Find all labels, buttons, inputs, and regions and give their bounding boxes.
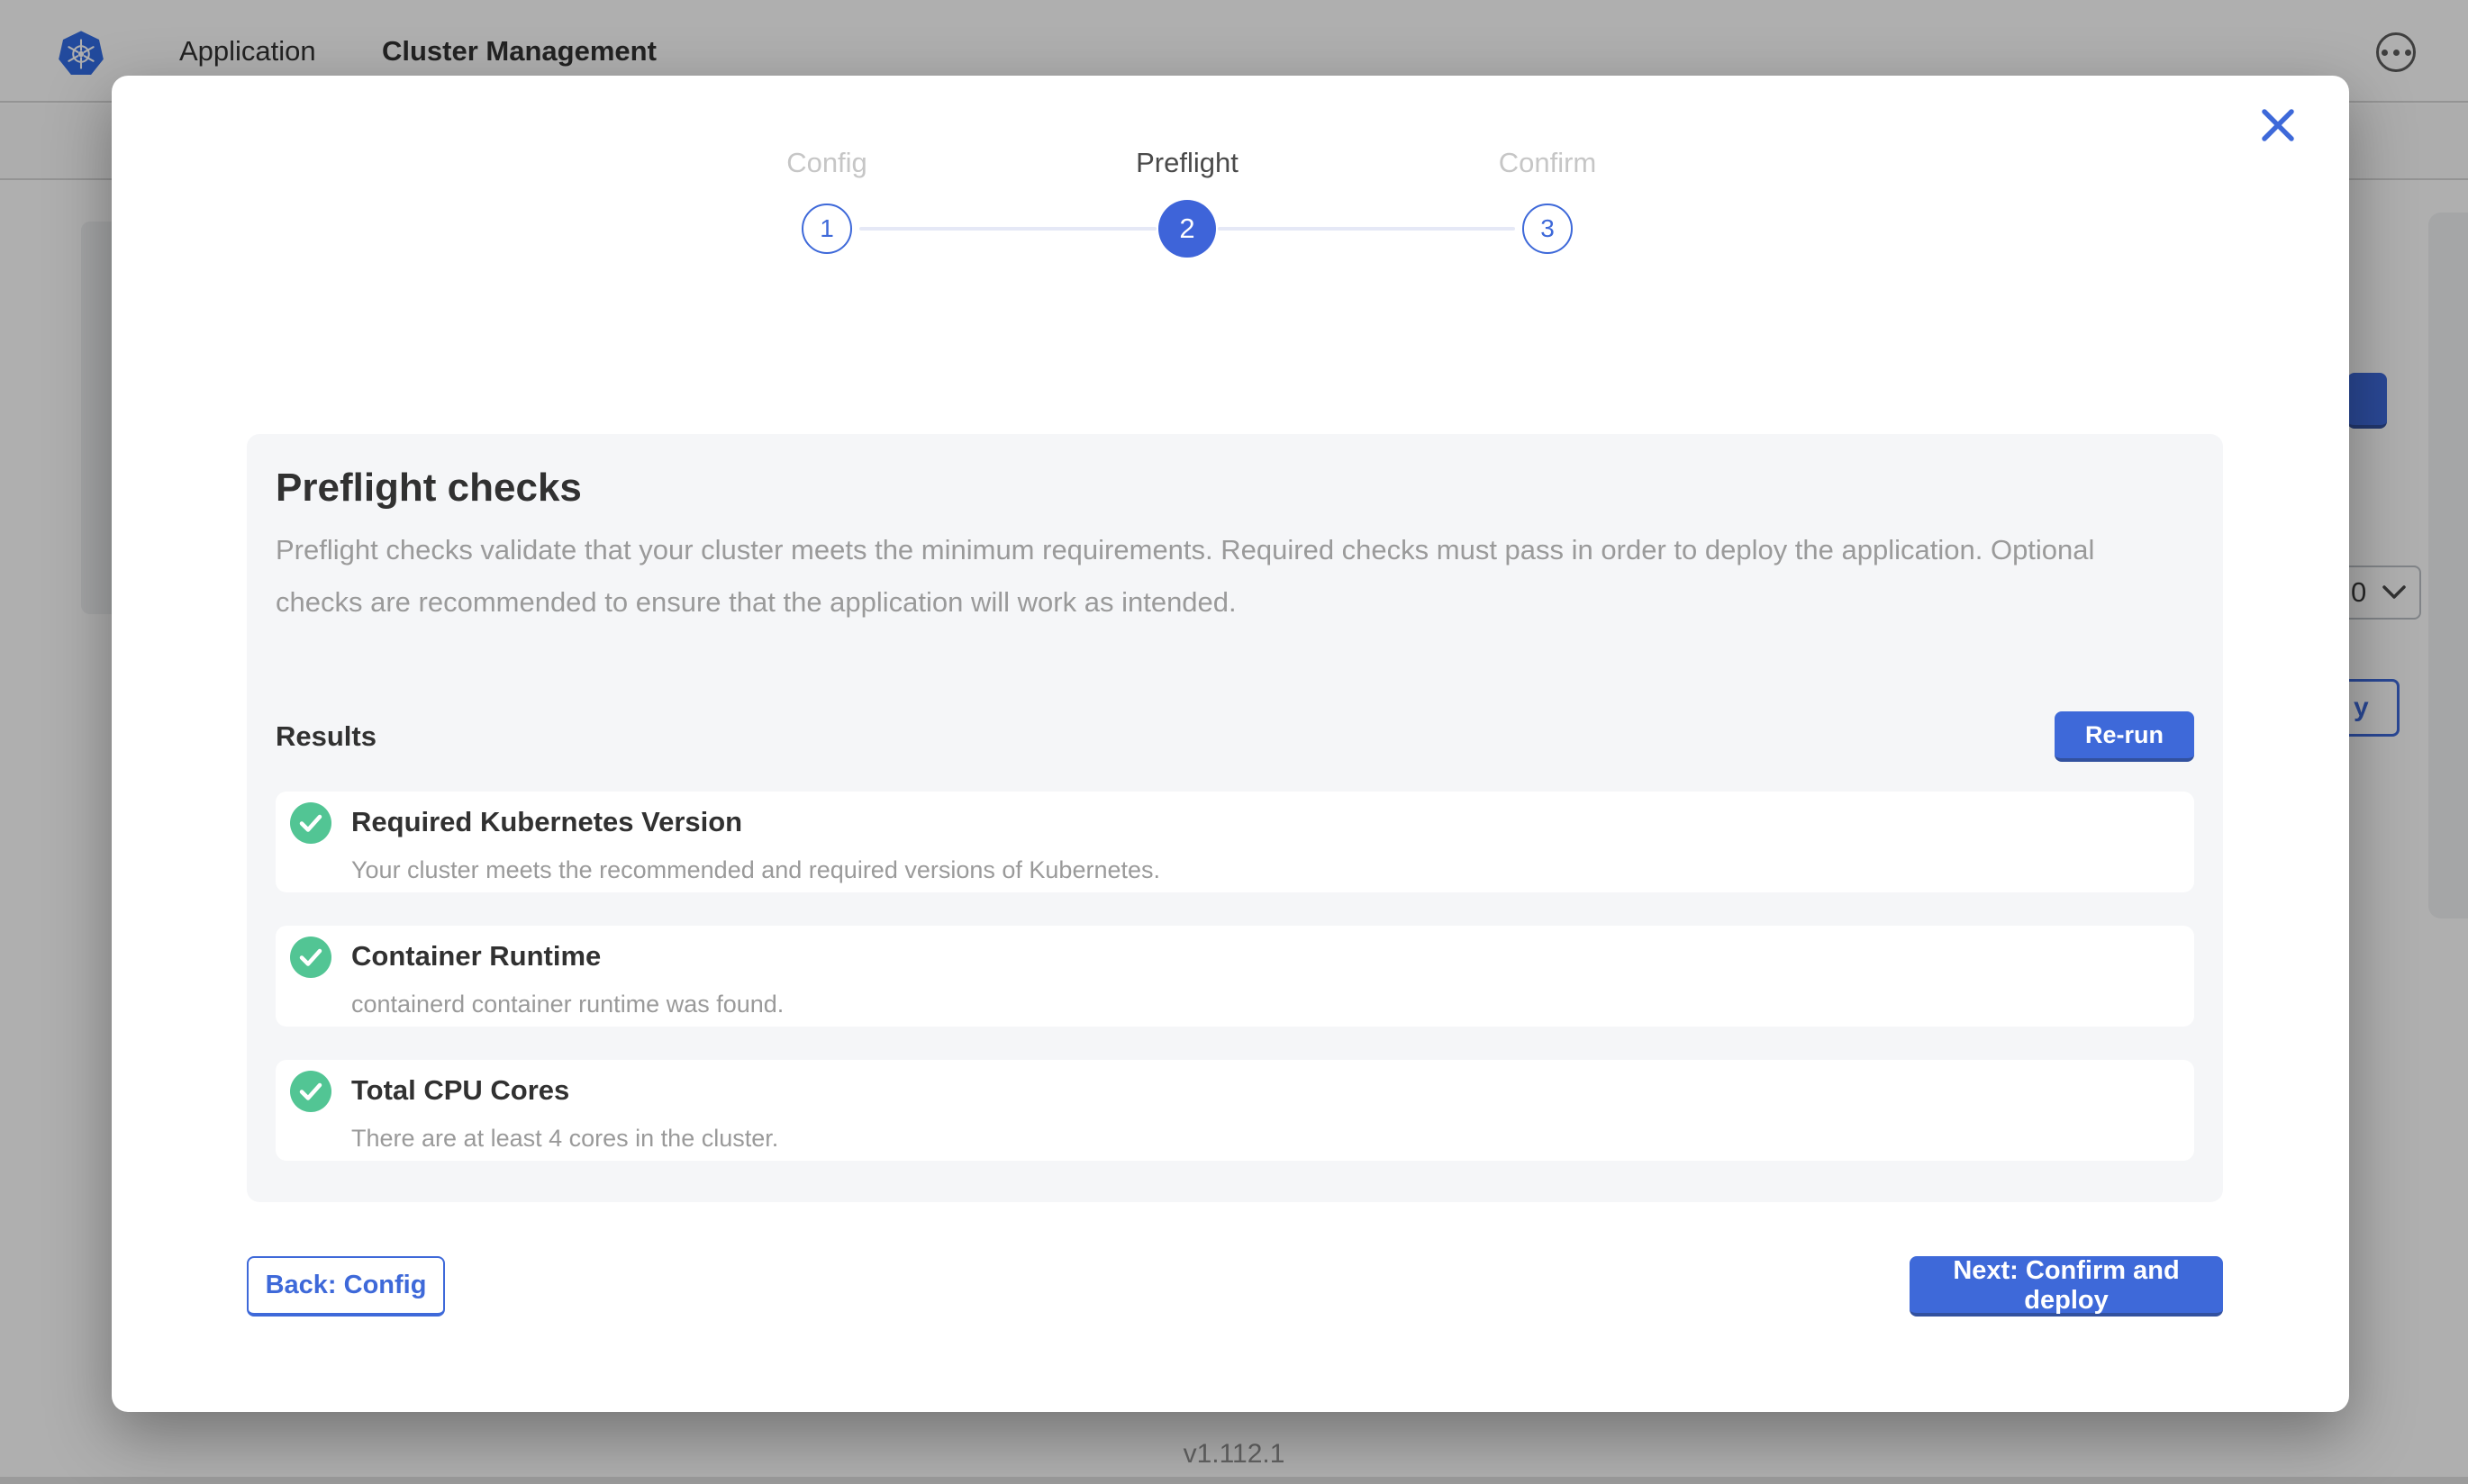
check-title: Required Kubernetes Version bbox=[351, 804, 1160, 840]
step-config-label: Config bbox=[786, 146, 867, 180]
check-item-total-cpu-cores: Total CPU Cores There are at least 4 cor… bbox=[276, 1060, 2194, 1161]
step-config-circle: 1 bbox=[802, 204, 852, 254]
stepper-connector bbox=[859, 227, 1157, 231]
step-preflight-label: Preflight bbox=[1136, 146, 1239, 180]
check-description: containerd container runtime was found. bbox=[351, 989, 784, 1019]
rerun-button[interactable]: Re-run bbox=[2055, 711, 2194, 762]
check-title: Container Runtime bbox=[351, 938, 784, 974]
check-item-container-runtime: Container Runtime containerd container r… bbox=[276, 926, 2194, 1027]
step-confirm-circle: 3 bbox=[1522, 204, 1573, 254]
next-confirm-deploy-button[interactable]: Next: Confirm and deploy bbox=[1910, 1256, 2223, 1317]
step-preflight-circle: 2 bbox=[1158, 200, 1216, 258]
back-config-button[interactable]: Back: Config bbox=[247, 1256, 445, 1317]
check-results-list: Required Kubernetes Version Your cluster… bbox=[276, 792, 2194, 1161]
step-config: Config 1 bbox=[647, 146, 1007, 258]
stepper-connector bbox=[1218, 227, 1515, 231]
results-label: Results bbox=[276, 720, 377, 753]
check-pass-icon bbox=[290, 937, 331, 978]
check-description: There are at least 4 cores in the cluste… bbox=[351, 1123, 778, 1154]
check-pass-icon bbox=[290, 802, 331, 844]
check-item-kubernetes-version: Required Kubernetes Version Your cluster… bbox=[276, 792, 2194, 892]
preflight-card: Preflight checks Preflight checks valida… bbox=[247, 434, 2223, 1202]
close-button[interactable] bbox=[2259, 106, 2297, 144]
wizard-stepper: Config 1 Preflight 2 Confirm 3 bbox=[647, 146, 1728, 258]
results-header-row: Results Re-run bbox=[276, 711, 2194, 762]
check-description: Your cluster meets the recommended and r… bbox=[351, 855, 1160, 885]
step-confirm-label: Confirm bbox=[1499, 146, 1597, 180]
step-preflight: Preflight 2 bbox=[1007, 146, 1367, 258]
page-title: Preflight checks bbox=[276, 465, 2194, 511]
close-icon bbox=[2264, 112, 2291, 139]
check-pass-icon bbox=[290, 1071, 331, 1112]
preflight-modal: Config 1 Preflight 2 Confirm 3 Preflight… bbox=[112, 76, 2349, 1412]
preflight-description: Preflight checks validate that your clus… bbox=[276, 524, 2140, 629]
step-confirm: Confirm 3 bbox=[1367, 146, 1728, 258]
check-title: Total CPU Cores bbox=[351, 1072, 778, 1108]
